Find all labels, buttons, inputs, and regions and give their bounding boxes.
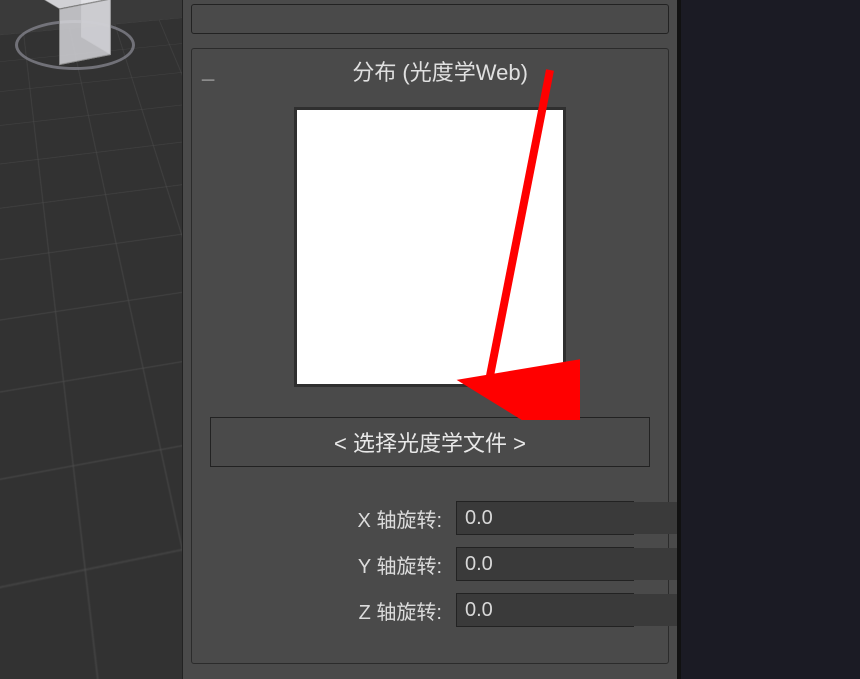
rollout-header[interactable]: _ 分布 (光度学Web) — [192, 49, 668, 97]
x-rotation-label: X 轴旋转: — [358, 504, 442, 533]
panel-spacer-top — [191, 4, 669, 34]
viewcube-gizmo[interactable] — [10, 0, 140, 115]
command-panel: _ 分布 (光度学Web) < 选择光度学文件 > X 轴旋转: Y 轴旋转: — [183, 0, 677, 679]
y-rotation-label: Y 轴旋转: — [358, 550, 442, 579]
z-rotation-label: Z 轴旋转: — [359, 596, 442, 625]
y-rotation-row: Y 轴旋转: — [192, 541, 668, 587]
z-rotation-row: Z 轴旋转: — [192, 587, 668, 633]
z-rotation-spinner[interactable] — [456, 593, 634, 627]
choose-photometric-file-button[interactable]: < 选择光度学文件 > — [210, 417, 650, 467]
distribution-photometric-rollout: _ 分布 (光度学Web) < 选择光度学文件 > X 轴旋转: Y 轴旋转: — [191, 48, 669, 664]
web-preview-container — [192, 97, 668, 405]
photometric-web-preview[interactable] — [294, 107, 566, 387]
y-rotation-spinner[interactable] — [456, 547, 634, 581]
x-rotation-row: X 轴旋转: — [192, 495, 668, 541]
right-empty-area — [677, 0, 860, 679]
rollout-title: 分布 (光度学Web) — [222, 55, 658, 87]
collapse-icon[interactable]: _ — [202, 58, 214, 84]
viewcube-cube[interactable] — [44, 0, 96, 56]
choose-photometric-file-label: < 选择光度学文件 > — [334, 431, 526, 456]
x-rotation-spinner[interactable] — [456, 501, 634, 535]
viewport-3d[interactable] — [0, 0, 183, 679]
